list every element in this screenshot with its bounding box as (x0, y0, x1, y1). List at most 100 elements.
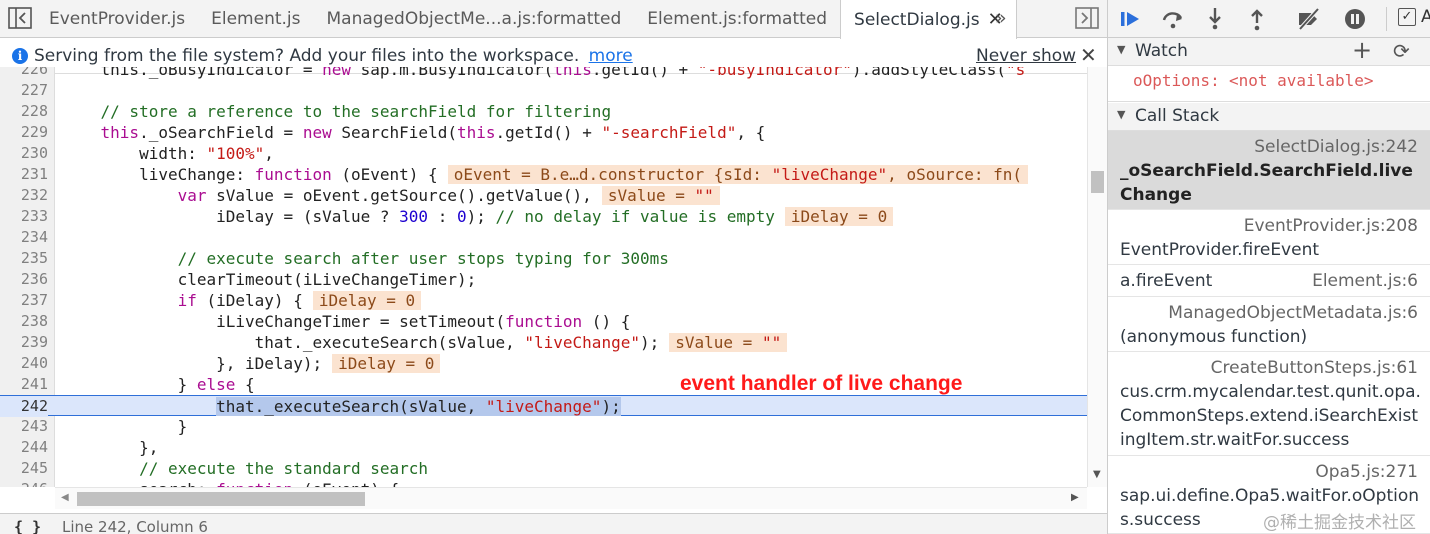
watch-section-header[interactable]: ▼ Watch + ⟳ (1108, 36, 1430, 66)
tab-eventprovider[interactable]: EventProvider.js (36, 0, 198, 38)
more-tabs-button[interactable]: » (995, 0, 1007, 38)
line-number[interactable]: 239 (0, 332, 48, 353)
pause-on-exceptions-icon[interactable] (1342, 6, 1368, 32)
line-number[interactable]: 240 (0, 353, 48, 374)
code-line[interactable]: 243 } (0, 416, 1087, 437)
code-line[interactable]: 234 (0, 227, 1087, 248)
code-token: that._executeSearch(sValue, (62, 333, 525, 352)
line-number[interactable]: 235 (0, 248, 48, 269)
code-token: "-busyIndicator" (697, 67, 852, 79)
line-number[interactable]: 236 (0, 269, 48, 290)
code-token: width: (62, 144, 207, 163)
code-text: } (62, 416, 188, 437)
async-checkbox[interactable]: ✓ (1398, 8, 1416, 26)
line-number[interactable]: 229 (0, 122, 48, 143)
tab-element-formatted[interactable]: Element.js:formatted (634, 0, 840, 38)
call-frame[interactable]: a.fireEvent Element.js:6 (1108, 265, 1430, 297)
code-line[interactable]: 246 search: function (oEvent) { (0, 479, 1087, 487)
annotation-label: event handler of live change (680, 372, 963, 395)
line-number[interactable]: 244 (0, 437, 48, 458)
code-editor[interactable]: 226 this._oBusyIndicator = new sap.m.Bus… (0, 67, 1087, 487)
code-line[interactable]: 245 // execute the standard search (0, 458, 1087, 479)
code-text: clearTimeout(iLiveChangeTimer); (62, 269, 477, 290)
call-frame[interactable]: EventProvider.js:208 EventProvider.fireE… (1108, 210, 1430, 265)
line-number[interactable]: 231 (0, 164, 48, 185)
more-link[interactable]: more (589, 46, 633, 66)
line-number[interactable]: 227 (0, 80, 48, 101)
deactivate-breakpoints-icon[interactable] (1296, 6, 1322, 32)
line-number[interactable]: 234 (0, 227, 48, 248)
tab-element[interactable]: Element.js (198, 0, 313, 38)
refresh-icon[interactable]: ⟳ (1393, 39, 1410, 63)
toggle-debugger-sidebar-icon[interactable] (1075, 7, 1099, 29)
line-number[interactable]: 242 (0, 396, 48, 417)
scroll-right-arrow-icon[interactable]: ▶ (1071, 492, 1079, 503)
line-number[interactable]: 228 (0, 101, 48, 122)
line-number[interactable]: 243 (0, 416, 48, 437)
inline-value-token: iDelay = 0 (790, 207, 888, 226)
code-text: // execute the standard search (62, 458, 428, 479)
code-token: // no delay if value is empty (495, 207, 775, 226)
code-token: : (428, 207, 457, 226)
code-line[interactable]: 238 iLiveChangeTimer = setTimeout(functi… (0, 311, 1087, 332)
step-out-icon[interactable] (1244, 6, 1270, 32)
code-line[interactable]: 227 (0, 80, 1087, 101)
line-number[interactable]: 232 (0, 185, 48, 206)
scroll-left-arrow-icon[interactable]: ◀ (61, 492, 69, 503)
code-line[interactable]: 240 }, iDelay); iDelay = 0 (0, 353, 1087, 374)
code-token: else (196, 375, 236, 394)
code-line[interactable]: 231 liveChange: function (oEvent) {oEven… (0, 164, 1087, 185)
line-number[interactable]: 237 (0, 290, 48, 311)
line-number[interactable]: 241 (0, 374, 48, 395)
step-into-icon[interactable] (1202, 6, 1228, 32)
tab-managedobjectmetadata[interactable]: ManagedObjectMe...a.js:formatted (314, 0, 635, 38)
code-line[interactable]: 229 this._oSearchField = new SearchField… (0, 122, 1087, 143)
pretty-print-button[interactable]: { } (14, 518, 41, 534)
code-line[interactable]: 239 that._executeSearch(sValue, "liveCha… (0, 332, 1087, 353)
tab-selectdialog[interactable]: SelectDialog.js ✕ (840, 0, 1017, 39)
call-frame[interactable]: SelectDialog.js:242 _oSearchField.Search… (1108, 131, 1430, 210)
never-show-link[interactable]: Never show (976, 46, 1076, 66)
code-token: new (322, 67, 351, 79)
code-line[interactable]: 236 clearTimeout(iLiveChangeTimer); (0, 269, 1087, 290)
step-over-icon[interactable] (1160, 6, 1186, 32)
line-number[interactable]: 233 (0, 206, 48, 227)
call-stack-title: Call Stack (1135, 106, 1220, 126)
line-number[interactable]: 238 (0, 311, 48, 332)
call-frame[interactable]: CreateButtonSteps.js:61 cus.crm.mycalend… (1108, 352, 1430, 456)
code-token: ); (466, 207, 496, 226)
scroll-down-arrow-icon[interactable]: ▼ (1093, 469, 1101, 480)
add-watch-icon[interactable]: + (1352, 36, 1372, 64)
line-number[interactable]: 245 (0, 458, 48, 479)
frame-location: Opa5.js:271 (1315, 462, 1418, 482)
close-icon[interactable]: ✕ (1080, 43, 1097, 67)
code-line[interactable]: 232 var sValue = oEvent.getSource().getV… (0, 185, 1087, 206)
vertical-scrollbar[interactable]: ▼ (1087, 67, 1107, 487)
line-number[interactable]: 226 (0, 67, 48, 80)
editor-status-bar: { } Line 242, Column 6 (0, 513, 1107, 534)
code-token: "100%" (206, 144, 265, 163)
frame-function: cus.crm.mycalendar.test.qunit.opa.Common… (1120, 382, 1421, 450)
code-line[interactable]: 242 that._executeSearch(sValue, "liveCha… (0, 395, 1087, 417)
line-number[interactable]: 246 (0, 479, 48, 487)
code-token: }, (62, 438, 159, 457)
code-line[interactable]: 226 this._oBusyIndicator = new sap.m.Bus… (0, 67, 1087, 80)
code-line[interactable]: 244 }, (0, 437, 1087, 458)
call-stack-section-header[interactable]: ▼ Call Stack (1108, 103, 1430, 131)
toggle-navigator-icon[interactable] (8, 7, 32, 29)
scrollbar-thumb[interactable] (77, 492, 365, 506)
resume-icon[interactable] (1118, 6, 1144, 32)
watch-expression[interactable]: oOptions: <not available> (1108, 66, 1430, 102)
code-line[interactable]: 233 iDelay = (sValue ? 300 : 0); // no d… (0, 206, 1087, 227)
code-token: search: (62, 480, 216, 487)
scrollbar-thumb[interactable] (1091, 171, 1104, 193)
code-line[interactable]: 228 // store a reference to the searchFi… (0, 101, 1087, 122)
line-number[interactable]: 230 (0, 143, 48, 164)
watch-expression-value: <not available> (1229, 71, 1374, 90)
code-token: function (505, 312, 583, 331)
code-line[interactable]: 237 if (iDelay) {iDelay = 0 (0, 290, 1087, 311)
call-frame[interactable]: ManagedObjectMetadata.js:6 (anonymous fu… (1108, 297, 1430, 352)
horizontal-scrollbar[interactable]: ◀ ▶ (55, 487, 1087, 509)
code-line[interactable]: 235 // execute search after user stops t… (0, 248, 1087, 269)
code-line[interactable]: 230 width: "100%", (0, 143, 1087, 164)
